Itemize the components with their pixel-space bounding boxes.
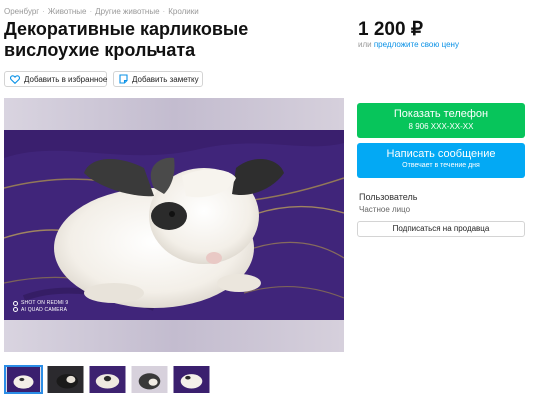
thumbnail-image	[89, 366, 126, 393]
breadcrumb-item-other-animals[interactable]: Другие животные	[95, 7, 159, 16]
listing-price: 1 200 ₽	[358, 19, 423, 40]
thumbnail-2[interactable]	[46, 365, 85, 394]
price-offer-prefix: или	[358, 40, 372, 49]
add-note-label: Добавить заметку	[132, 74, 199, 84]
thumbnail-3[interactable]	[88, 365, 127, 394]
breadcrumb-separator: ·	[89, 7, 93, 16]
write-message-button[interactable]: Написать сообщение Отвечает в течение дн…	[357, 143, 525, 178]
breadcrumb: Оренбург · Животные · Другие животные · Кролик…	[4, 7, 199, 16]
show-phone-button[interactable]: Показать телефон 8 906 XXX-XX-XX	[357, 103, 525, 138]
listing-title: Декоративные карликовые вислоухие крольч…	[4, 19, 249, 60]
thumbnail-1[interactable]	[4, 365, 43, 394]
thumbnail-5[interactable]	[172, 365, 211, 394]
seller-name[interactable]: Пользователь	[359, 192, 417, 202]
response-time-note: Отвечает в течение дня	[402, 162, 480, 169]
breadcrumb-item-city[interactable]: Оренбург	[4, 7, 39, 16]
main-listing-photo[interactable]: SHOT ON REDMI 9 AI QUAD CAMERA	[4, 98, 344, 352]
camera-dots-icon	[13, 301, 18, 313]
photo-thumbnails	[4, 365, 214, 394]
breadcrumb-item-rabbits[interactable]: Кролики	[168, 7, 199, 16]
add-to-favorites-button[interactable]: Добавить в избранное	[4, 71, 107, 87]
seller-type: Частное лицо	[359, 205, 411, 214]
breadcrumb-separator: ·	[162, 7, 166, 16]
thumbnail-4[interactable]	[130, 365, 169, 394]
show-phone-label: Показать телефон	[393, 108, 489, 120]
thumbnail-image	[173, 366, 210, 393]
add-note-button[interactable]: Добавить заметку	[113, 71, 203, 87]
breadcrumb-item-animals[interactable]: Животные	[48, 7, 87, 16]
write-message-label: Написать сообщение	[386, 148, 496, 160]
subscribe-seller-button[interactable]: Подписаться на продавца	[357, 221, 525, 237]
thumbnail-image	[47, 366, 84, 393]
masked-phone-number: 8 906 XXX-XX-XX	[408, 122, 474, 131]
camera-watermark-line1: SHOT ON REDMI 9	[21, 300, 69, 306]
camera-watermark-line2: AI QUAD CAMERA	[21, 307, 68, 313]
breadcrumb-separator: ·	[42, 7, 45, 16]
thumbnail-image	[131, 366, 168, 393]
note-icon	[119, 74, 128, 84]
add-to-favorites-label: Добавить в избранное	[24, 74, 108, 84]
heart-icon	[10, 74, 20, 84]
thumbnail-image	[6, 367, 41, 392]
camera-watermark: SHOT ON REDMI 9 AI QUAD CAMERA	[13, 300, 68, 314]
suggest-price-link[interactable]: предложите свою цену	[374, 40, 459, 49]
price-offer-line: или предложите свою цену	[358, 40, 459, 49]
